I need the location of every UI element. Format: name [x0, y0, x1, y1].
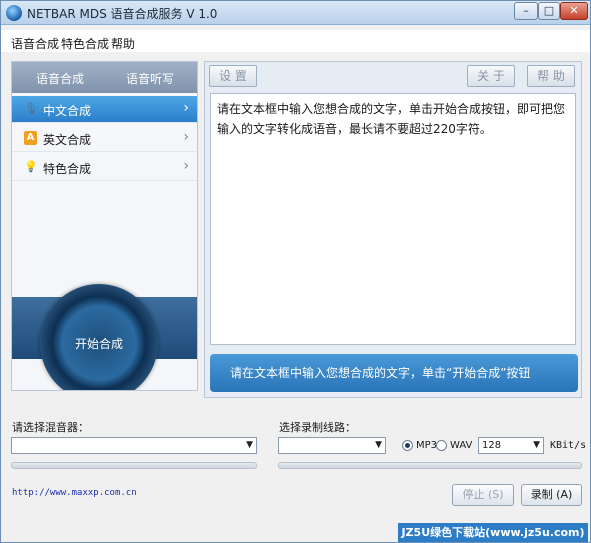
about-button[interactable]: 关 于	[467, 65, 515, 87]
bulb-icon: 💡	[24, 160, 38, 173]
mp3-radio[interactable]	[402, 440, 413, 451]
tab-speech-dictation[interactable]: 语音听写	[126, 70, 174, 87]
menu-help[interactable]: 帮助	[111, 35, 135, 52]
menu-bar: 语音合成 特色合成 帮助	[1, 30, 590, 52]
bitrate-unit: KBit/s	[550, 440, 587, 451]
right-panel: 设 置 关 于 帮 助 请在文本框中输入您想合成的文字，单击开始合成按钮，即可把…	[204, 61, 582, 398]
wav-label: WAV	[450, 440, 473, 451]
help-button[interactable]: 帮 助	[527, 65, 575, 87]
bitrate-select[interactable]: 128 ▼	[478, 437, 544, 454]
watermark-banner: JZ5U绿色下载站(www.jz5u.com)	[398, 523, 588, 542]
bitrate-value: 128	[482, 440, 502, 451]
chevron-down-icon: ▼	[375, 440, 382, 450]
left-tab-strip: 语音合成 语音听写	[12, 62, 197, 93]
app-window: NETBAR MDS 语音合成服务 V 1.0 – □ ✕ 语音合成 特色合成 …	[0, 0, 591, 543]
chevron-right-icon: ›	[183, 158, 189, 174]
window-title: NETBAR MDS 语音合成服务 V 1.0	[27, 7, 218, 21]
mixer-label: 请选择混音器：	[12, 421, 89, 434]
mixer-level-bar	[11, 462, 257, 469]
nav-item-label: 中文合成	[43, 104, 92, 118]
record-button[interactable]: 录制 (A)	[521, 484, 582, 506]
app-icon	[6, 5, 22, 21]
maximize-button[interactable]: □	[538, 2, 560, 20]
wav-radio[interactable]	[436, 440, 447, 451]
settings-button[interactable]: 设 置	[209, 65, 257, 87]
close-button[interactable]: ✕	[560, 2, 588, 20]
website-link[interactable]: http://www.maxxp.com.cn	[12, 488, 137, 498]
stop-button[interactable]: 停止 (S)	[452, 484, 514, 506]
start-synthesis-label: 开始合成	[74, 337, 123, 351]
letter-a-icon: A	[24, 131, 37, 145]
title-bar[interactable]: NETBAR MDS 语音合成服务 V 1.0 – □ ✕	[1, 1, 590, 25]
nav-item-english-synthesis[interactable]: A 英文合成 ›	[12, 125, 197, 152]
nav-item-chinese-synthesis[interactable]: 🎙 中文合成 ›	[12, 96, 197, 123]
mixer-select[interactable]: ▼	[11, 437, 257, 454]
tab-speech-synthesis[interactable]: 语音合成	[36, 70, 84, 87]
record-line-select[interactable]: ▼	[278, 437, 386, 454]
nav-item-special-synthesis[interactable]: 💡 特色合成 ›	[12, 154, 197, 181]
menu-special-synthesis[interactable]: 特色合成	[61, 35, 109, 52]
record-line-label: 选择录制线路：	[279, 421, 356, 434]
chevron-right-icon: ›	[183, 129, 189, 145]
chevron-down-icon: ▼	[533, 440, 540, 450]
left-panel: 语音合成 语音听写 🎙 中文合成 › A 英文合成 › 💡 特色合成 › 开始合…	[11, 61, 198, 391]
hint-bar: 请在文本框中输入您想合成的文字，单击“开始合成”按钮	[210, 354, 578, 392]
nav-item-label: 英文合成	[43, 133, 92, 147]
mp3-label: MP3	[416, 440, 438, 451]
text-input-area[interactable]: 请在文本框中输入您想合成的文字，单击开始合成按钮，即可把您输入的文字转化成语音，…	[210, 93, 576, 345]
chevron-down-icon: ▼	[246, 440, 253, 450]
record-level-bar	[278, 462, 582, 469]
minimize-button[interactable]: –	[514, 2, 538, 20]
nav-item-label: 特色合成	[43, 162, 92, 176]
menu-speech-synthesis[interactable]: 语音合成	[11, 35, 59, 52]
chevron-right-icon: ›	[183, 100, 189, 116]
microphone-icon: 🎙	[24, 102, 38, 115]
start-synthesis-button[interactable]: 开始合成	[40, 284, 158, 390]
